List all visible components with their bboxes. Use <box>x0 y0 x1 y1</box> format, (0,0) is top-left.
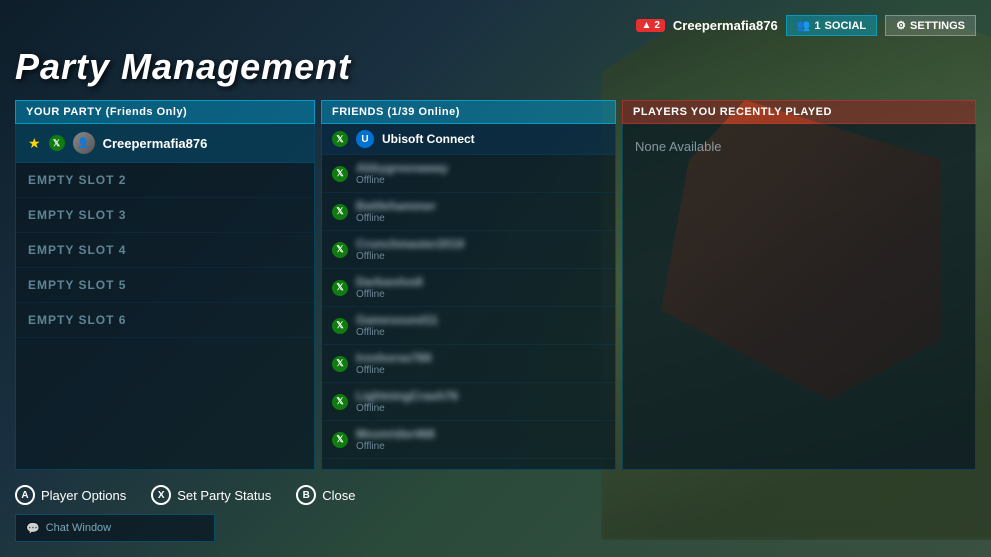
friend-info-3: Darkwolve8 Offline <box>356 275 605 300</box>
ubisoft-connect-row[interactable]: 𝕏 U Ubisoft Connect <box>322 124 615 155</box>
ubisoft-connect-label: Ubisoft Connect <box>382 132 475 146</box>
friend-row-4[interactable]: 𝕏 Gamesound11 Offline <box>322 307 615 345</box>
friends-panel-body: 𝕏 U Ubisoft Connect 𝕏 Abbygreenaway Offl… <box>321 124 616 470</box>
top-bar-right: ▲ 2 Creepermafia876 👥 1 SOCIAL ⚙ SETTING… <box>636 15 976 36</box>
xbox-icon: 𝕏 <box>49 135 65 151</box>
friend-info-7: Moonrider468 Offline <box>356 427 605 452</box>
ubisoft-logo: U <box>356 130 374 148</box>
friend-row-2[interactable]: 𝕏 Crunchmaster2019 Offline <box>322 231 615 269</box>
friend-info-1: Battlehammer Offline <box>356 199 605 224</box>
friend-name-0: Abbygreenaway <box>356 161 605 175</box>
settings-tab[interactable]: ⚙ SETTINGS <box>885 15 976 36</box>
social-tab[interactable]: 👥 1 SOCIAL <box>786 15 877 36</box>
empty-slot-2[interactable]: EMPTY SLOT 2 <box>16 163 314 198</box>
settings-label: SETTINGS <box>910 20 965 32</box>
recent-panel-body: None Available <box>622 124 976 470</box>
recent-panel-header: PLAYERS YOU RECENTLY PLAYED <box>622 100 976 124</box>
friend-name-3: Darkwolve8 <box>356 275 605 289</box>
recent-panel: PLAYERS YOU RECENTLY PLAYED None Availab… <box>622 100 976 470</box>
settings-icon: ⚙ <box>896 19 906 32</box>
notification-icon: ▲ <box>641 20 651 31</box>
a-button-badge: A <box>15 485 35 505</box>
close-label: Close <box>322 488 355 503</box>
social-tab-icon: 👥 <box>797 19 811 32</box>
social-count: 1 <box>814 20 820 32</box>
party-player-row[interactable]: ★ 𝕏 👤 Creepermafia876 <box>16 124 314 163</box>
friend-status-0: Offline <box>356 175 605 186</box>
friend-status-6: Offline <box>356 403 605 414</box>
none-available: None Available <box>623 124 975 169</box>
friend-name-7: Moonrider468 <box>356 427 605 441</box>
avatar: 👤 <box>73 132 95 154</box>
panels-row: YOUR PARTY (Friends Only) ★ 𝕏 👤 Creeperm… <box>15 100 976 470</box>
leader-star-icon: ★ <box>28 135 41 152</box>
friend-row-0[interactable]: 𝕏 Abbygreenaway Offline <box>322 155 615 193</box>
b-button-badge: B <box>296 485 316 505</box>
friend-row-3[interactable]: 𝕏 Darkwolve8 Offline <box>322 269 615 307</box>
friend-xbox-icon-5: 𝕏 <box>332 356 348 372</box>
party-panel-header: YOUR PARTY (Friends Only) <box>15 100 315 124</box>
friend-status-1: Offline <box>356 213 605 224</box>
friend-name-4: Gamesound11 <box>356 313 605 327</box>
close-button[interactable]: B Close <box>296 485 355 505</box>
ui-container: ▲ 2 Creepermafia876 👥 1 SOCIAL ⚙ SETTING… <box>0 0 991 557</box>
party-panel-body: ★ 𝕏 👤 Creepermafia876 EMPTY SLOT 2 EMPTY… <box>15 124 315 470</box>
friend-name-1: Battlehammer <box>356 199 605 213</box>
friend-name-2: Crunchmaster2019 <box>356 237 605 251</box>
set-party-status-button[interactable]: X Set Party Status <box>151 485 271 505</box>
xbox-ubisoft-icon: 𝕏 <box>332 131 348 147</box>
controls-row: A Player Options X Set Party Status B Cl… <box>15 485 976 505</box>
friend-info-0: Abbygreenaway Offline <box>356 161 605 186</box>
top-bar: ▲ 2 Creepermafia876 👥 1 SOCIAL ⚙ SETTING… <box>15 15 976 36</box>
notification-count: 2 <box>654 20 660 31</box>
friend-status-3: Offline <box>356 289 605 300</box>
friend-status-5: Offline <box>356 365 605 376</box>
player-name: Creepermafia876 <box>103 136 208 151</box>
friends-panel: FRIENDS (1/39 Online) 𝕏 U Ubisoft Connec… <box>321 100 616 470</box>
empty-slot-6[interactable]: EMPTY SLOT 6 <box>16 303 314 338</box>
friend-status-7: Offline <box>356 441 605 452</box>
friend-name-5: Ironhorse789 <box>356 351 605 365</box>
set-party-label: Set Party Status <box>177 488 271 503</box>
friend-info-2: Crunchmaster2019 Offline <box>356 237 605 262</box>
friend-xbox-icon-3: 𝕏 <box>332 280 348 296</box>
friend-xbox-icon-0: 𝕏 <box>332 166 348 182</box>
social-label: SOCIAL <box>825 20 867 32</box>
friend-status-2: Offline <box>356 251 605 262</box>
x-button-badge: X <box>151 485 171 505</box>
friend-xbox-icon-1: 𝕏 <box>332 204 348 220</box>
empty-slot-5[interactable]: EMPTY SLOT 5 <box>16 268 314 303</box>
friends-label: FRIENDS <box>332 106 387 118</box>
friend-xbox-icon-6: 𝕏 <box>332 394 348 410</box>
friend-xbox-icon-2: 𝕏 <box>332 242 348 258</box>
friend-info-5: Ironhorse789 Offline <box>356 351 605 376</box>
friend-name-6: LightningCrash76 <box>356 389 605 403</box>
friends-count: (1/39 Online) <box>387 106 460 118</box>
friend-xbox-icon-4: 𝕏 <box>332 318 348 334</box>
notification-badge: ▲ 2 <box>636 19 664 32</box>
friend-row-7[interactable]: 𝕏 Moonrider468 Offline <box>322 421 615 459</box>
friend-status-4: Offline <box>356 327 605 338</box>
empty-slot-4[interactable]: EMPTY SLOT 4 <box>16 233 314 268</box>
player-options-label: Player Options <box>41 488 126 503</box>
friend-row-1[interactable]: 𝕏 Battlehammer Offline <box>322 193 615 231</box>
empty-slot-3[interactable]: EMPTY SLOT 3 <box>16 198 314 233</box>
page-title: Party Management <box>15 46 976 88</box>
friend-info-6: LightningCrash76 Offline <box>356 389 605 414</box>
friend-xbox-icon-7: 𝕏 <box>332 432 348 448</box>
friend-row-6[interactable]: 𝕏 LightningCrash76 Offline <box>322 383 615 421</box>
username-display: Creepermafia876 <box>673 18 778 33</box>
friend-row-5[interactable]: 𝕏 Ironhorse789 Offline <box>322 345 615 383</box>
player-options-button[interactable]: A Player Options <box>15 485 126 505</box>
friend-info-4: Gamesound11 Offline <box>356 313 605 338</box>
friends-panel-header: FRIENDS (1/39 Online) <box>321 100 616 124</box>
party-panel: YOUR PARTY (Friends Only) ★ 𝕏 👤 Creeperm… <box>15 100 315 470</box>
